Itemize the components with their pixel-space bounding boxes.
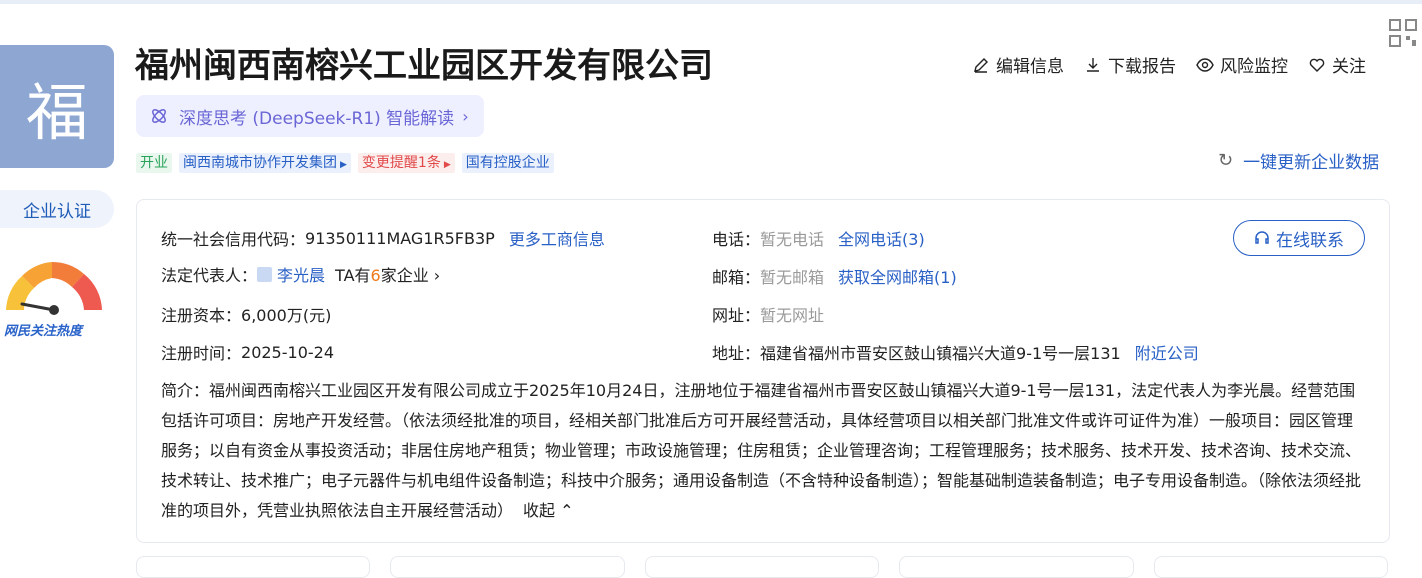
qr-code-icon[interactable] xyxy=(1388,18,1418,48)
tag-ownership: 国有控股企业 xyxy=(461,153,554,173)
reg-date-row: 注册时间： 2025-10-24 xyxy=(161,342,334,364)
caret-right-icon: ▶ xyxy=(443,160,451,170)
get-emails-link[interactable]: 获取全网邮箱(1) xyxy=(838,264,957,288)
legal-rep-companies[interactable]: TA有6家企业 › xyxy=(335,262,440,286)
top-strip xyxy=(0,0,1422,4)
tag-change-alert[interactable]: 变更提醒1条 ▶ xyxy=(357,153,455,173)
summary-card[interactable] xyxy=(899,556,1134,578)
credit-code-row: 统一社会信用代码： 91350111MAG1R5FB3P 更多工商信息 xyxy=(161,226,605,250)
download-report-button[interactable]: 下载报告 xyxy=(1084,52,1176,77)
summary-card[interactable] xyxy=(644,556,880,578)
ai-analysis-button[interactable]: 深度思考 (DeepSeek-R1) 智能解读 › xyxy=(136,95,484,137)
phone-row: 电话： 暂无电话 全网电话(3) xyxy=(712,226,925,250)
ai-button-label: 深度思考 (DeepSeek-R1) 智能解读 xyxy=(179,108,455,129)
bottom-cards xyxy=(136,556,1389,578)
collapse-button[interactable]: 收起 ⌃ xyxy=(523,501,574,520)
legal-rep-link[interactable]: 李光晨 xyxy=(277,262,325,286)
pencil-icon xyxy=(974,57,988,73)
enterprise-cert-button[interactable]: 企业认证 xyxy=(0,190,114,228)
company-info-card: 统一社会信用代码： 91350111MAG1R5FB3P 更多工商信息 法定代表… xyxy=(136,199,1390,543)
tag-status: 开业 xyxy=(136,153,172,173)
website-row: 网址： 暂无网址 xyxy=(712,306,825,325)
nearby-companies-link[interactable]: 附近公司 xyxy=(1135,340,1199,364)
company-logo: 福 xyxy=(0,45,114,168)
email-row: 邮箱： 暂无邮箱 获取全网邮箱(1) xyxy=(712,264,957,288)
tag-group[interactable]: 闽西南城市协作开发集团 ▶ xyxy=(179,153,351,173)
summary-card[interactable] xyxy=(136,556,371,578)
download-icon xyxy=(1087,57,1099,72)
ai-spark-icon xyxy=(152,109,166,123)
credit-code-value: 91350111MAG1R5FB3P xyxy=(305,228,495,248)
risk-monitor-button[interactable]: 风险监控 xyxy=(1196,52,1288,77)
refresh-data-button[interactable]: ↻ 一键更新企业数据 xyxy=(1218,148,1379,173)
caret-right-icon: ▶ xyxy=(340,160,347,170)
header-actions: 编辑信息 下载报告 风险监控 关注 xyxy=(972,52,1366,77)
follow-button[interactable]: 关注 xyxy=(1308,52,1366,77)
summary-card[interactable] xyxy=(1153,556,1389,578)
chevron-right-icon: › xyxy=(462,106,469,126)
company-name: 福州闽西南榕兴工业园区开发有限公司 xyxy=(135,46,713,86)
eye-icon xyxy=(1196,57,1214,72)
refresh-icon: ↻ xyxy=(1218,150,1234,171)
company-tags: 开业 闽西南城市协作开发集团 ▶ 变更提醒1条 ▶ 国有控股企业 xyxy=(136,153,554,173)
headset-icon xyxy=(1255,231,1269,244)
address-row: 地址： 福建省福州市晋安区鼓山镇福兴大道9-1号一层131 附近公司 xyxy=(712,340,1199,364)
edit-info-button[interactable]: 编辑信息 xyxy=(972,52,1064,77)
heat-label: 网民关注热度 xyxy=(4,324,83,339)
heart-icon xyxy=(1309,58,1325,72)
capital-row: 注册资本： 6,000万(元) xyxy=(161,306,332,325)
summary-card[interactable] xyxy=(390,556,625,578)
online-contact-button[interactable]: 在线联系 xyxy=(1233,220,1365,256)
more-business-info-link[interactable]: 更多工商信息 xyxy=(509,226,605,250)
avatar-icon xyxy=(257,266,273,282)
all-phones-link[interactable]: 全网电话(3) xyxy=(838,226,925,250)
company-intro: 简介：福州闽西南榕兴工业园区开发有限公司成立于2025年10月24日，注册地位于… xyxy=(161,381,1362,520)
legal-rep-row: 法定代表人： 李光晨 TA有6家企业 › xyxy=(161,262,440,286)
